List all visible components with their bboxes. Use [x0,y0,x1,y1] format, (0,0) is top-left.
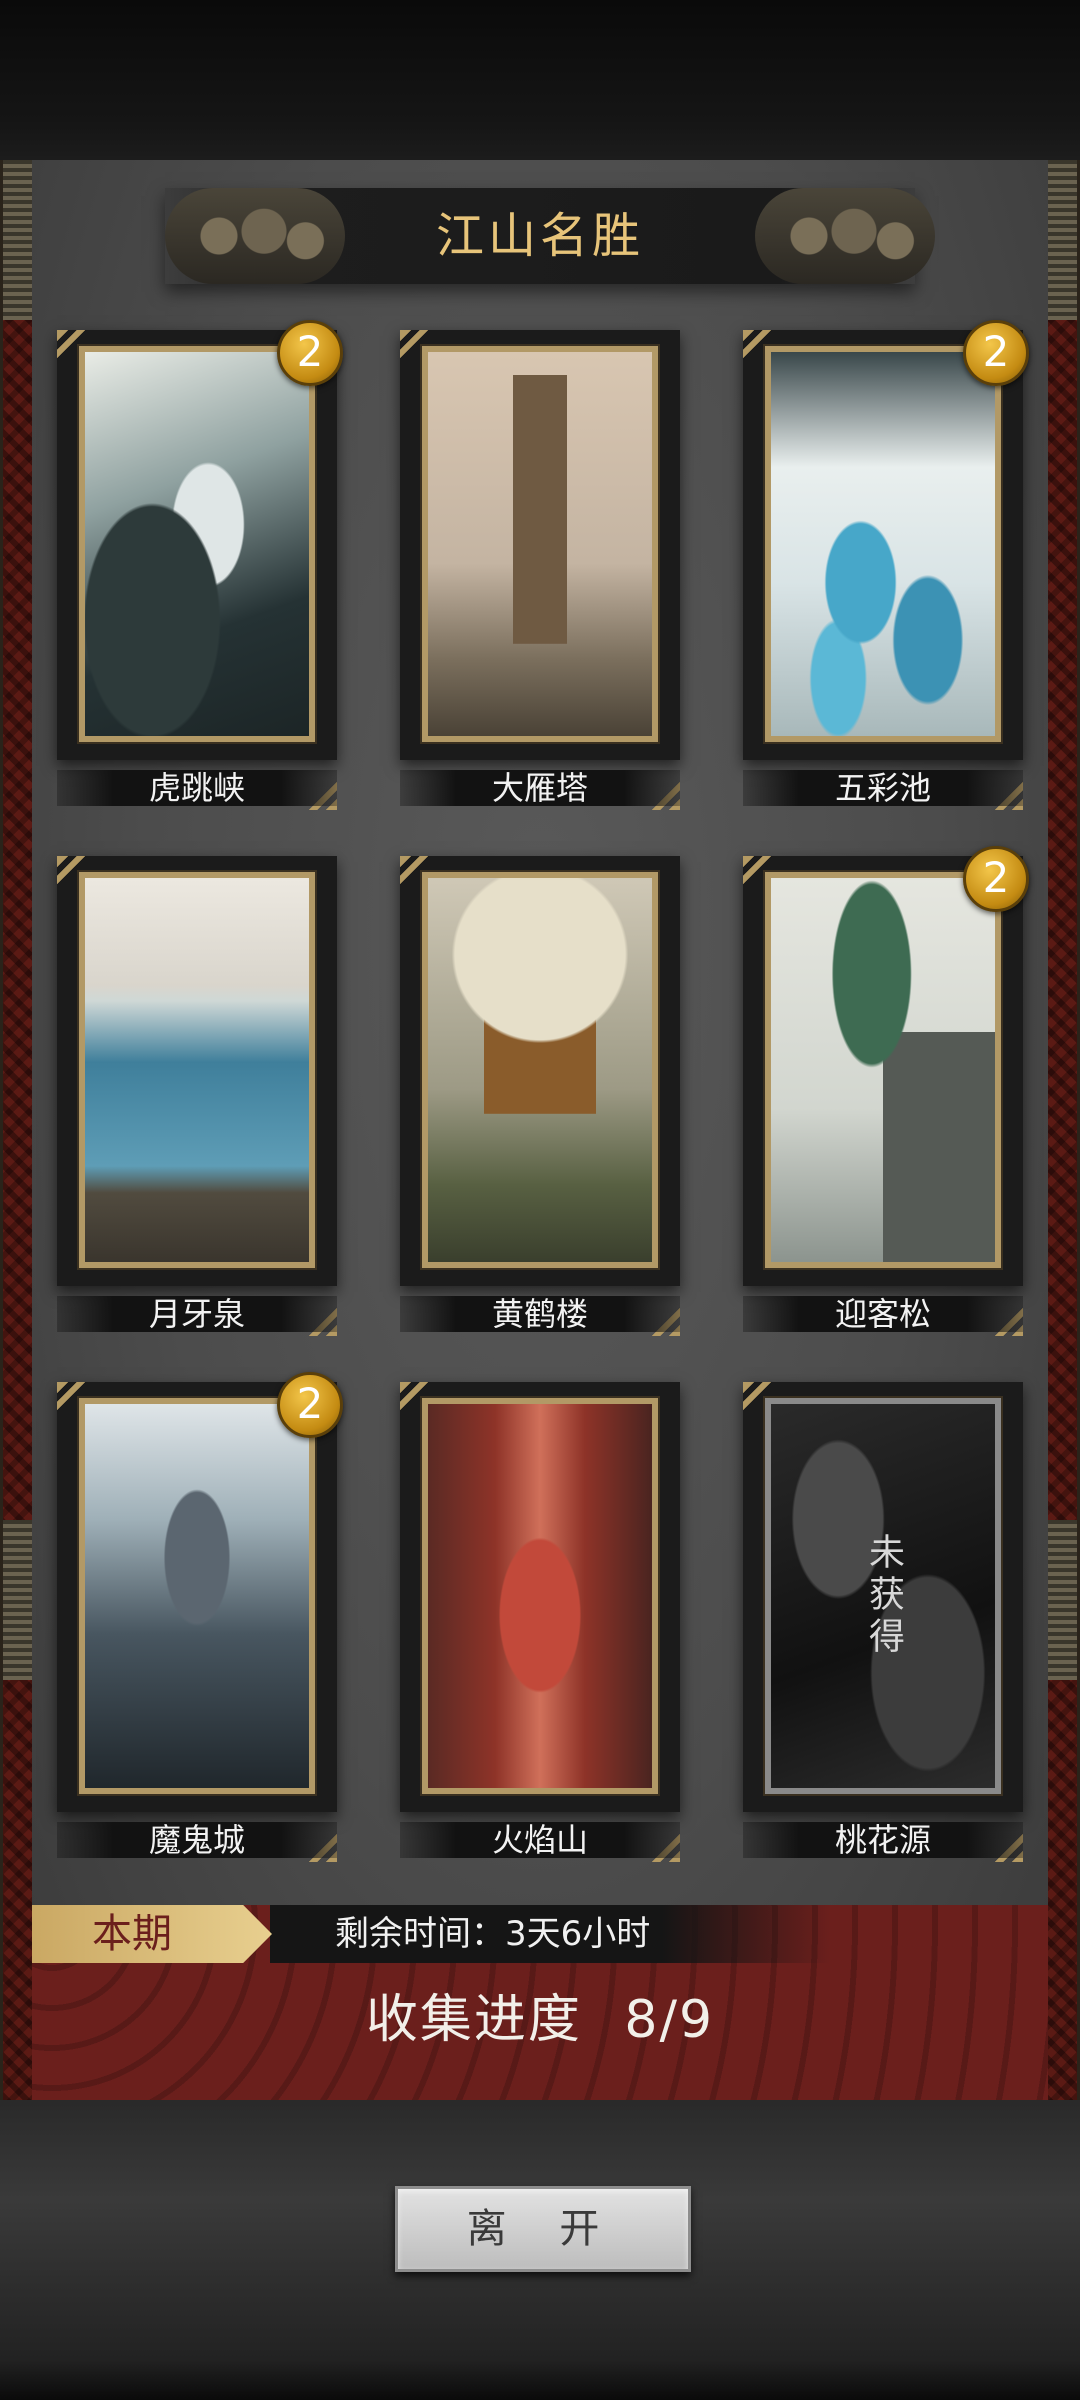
card-art-pagoda [420,344,660,744]
card-hutiaoxia[interactable]: 2 虎跳峡 [57,320,343,810]
card-taohuayuan-locked[interactable]: 未获得 桃花源 [743,1382,1023,1862]
count-badge: 2 [277,1372,343,1438]
card-art-crescent-lake [77,870,317,1270]
not-obtained-text: 未获得 [863,1533,904,1659]
border-cap [1045,160,1077,320]
count-badge: 2 [963,846,1029,912]
card-art-locked: 未获得 [763,1396,1003,1796]
card-label: 迎客松 [743,1296,1023,1332]
card-label: 桃花源 [743,1822,1023,1858]
border-cap [3,1520,35,1680]
card-wucaichi[interactable]: 2 五彩池 [743,320,1029,810]
card-huoyanshan[interactable]: 火焰山 [400,1382,680,1862]
card-label: 大雁塔 [400,770,680,806]
card-art-flame-mountain [420,1396,660,1796]
card-art-tower [420,870,660,1270]
card-label: 火焰山 [400,1822,680,1858]
card-label: 魔鬼城 [57,1822,337,1858]
progress-label: 收集进度 [365,1990,582,2050]
leave-button[interactable]: 离 开 [395,2186,691,2272]
collection-progress: 收集进度 8/9 [32,1980,1048,2060]
card-label: 黄鹤楼 [400,1296,680,1332]
card-moguicheng[interactable]: 2 魔鬼城 [57,1372,343,1862]
border-cap [1045,1520,1077,1680]
count-badge: 2 [277,320,343,386]
progress-value: 8/9 [624,1990,715,2050]
border-cap [3,160,35,320]
game-screen: 江山名胜 2 虎跳峡 大雁塔 2 五彩池 月牙泉 黄鹤楼 2 迎客松 2 魔鬼城… [0,0,1080,2400]
card-dayanta[interactable]: 大雁塔 [400,330,680,810]
card-yingkesong[interactable]: 2 迎客松 [743,846,1029,1336]
card-art-waves [77,344,317,744]
period-tag: 本期 [32,1905,272,1963]
card-art-pools [763,344,1003,744]
card-label: 虎跳峡 [57,770,337,806]
card-label: 五彩池 [743,770,1023,806]
page-title: 江山名胜 [435,208,644,264]
card-huanghelou[interactable]: 黄鹤楼 [400,856,680,1336]
card-art-pine [763,870,1003,1270]
card-yueyaquan[interactable]: 月牙泉 [57,856,337,1336]
count-badge: 2 [963,320,1029,386]
card-art-ghost-city [77,1396,317,1796]
card-label: 月牙泉 [57,1296,337,1332]
remaining-time: 剩余时间：3天6小时 [335,1914,651,1954]
